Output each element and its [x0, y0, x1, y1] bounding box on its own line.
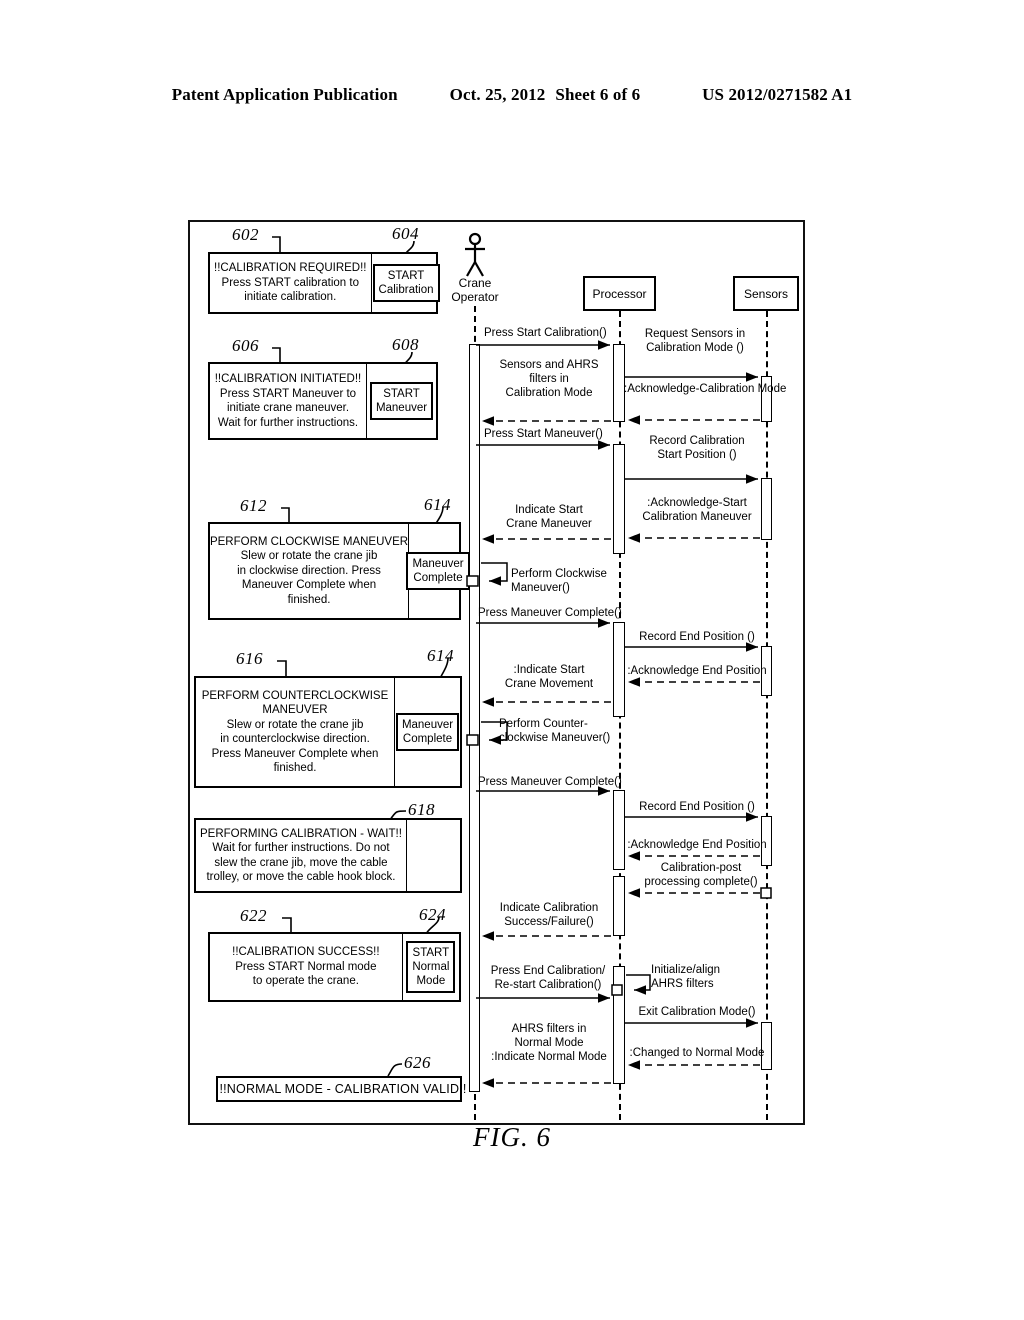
message-label-m12: :Acknowledge End Position [626, 664, 768, 678]
message-line: Exit Calibration Mode() [638, 1006, 756, 1018]
message-line: :Acknowledge-Calibration Mode [624, 383, 787, 395]
message-line: Re-start Calibration() [494, 979, 602, 991]
message-label-m15: Press Maneuver Complete() [478, 775, 622, 789]
message-label-m13: :Indicate Start Crane Movement [487, 663, 611, 691]
message-label-m20: Press End Calibration/ Re-start Calibrat… [484, 964, 612, 992]
message-line: :Changed to Normal Mode [629, 1047, 765, 1059]
message-label-m6: Record Calibration Start Position () [632, 434, 762, 462]
message-line: Calibration Mode [505, 387, 593, 399]
message-line: Calibration-post [660, 862, 742, 874]
message-line: Calibration Mode () [646, 342, 744, 354]
message-label-m17: :Acknowledge End Position [626, 838, 768, 852]
message-label-m18: Calibration-post processing complete() [632, 861, 770, 889]
message-label-m1: Press Start Calibration() [484, 326, 607, 340]
figure-caption: FIG. 6 [473, 1122, 551, 1152]
message-line: Maneuver() [511, 582, 570, 594]
message-line: Request Sensors in [644, 328, 746, 340]
message-label-m23: :Changed to Normal Mode [626, 1046, 768, 1060]
message-line: Press Start Calibration() [484, 327, 607, 339]
message-line: :Acknowledge End Position [627, 839, 767, 851]
message-line: Record End Position () [639, 801, 755, 813]
message-label-m2: Request Sensors in Calibration Mode () [630, 327, 760, 355]
message-line: Press Start Maneuver() [484, 428, 603, 440]
message-line: Record Calibration [649, 435, 745, 447]
message-line: Perform Clockwise [511, 568, 607, 580]
message-label-m14: Perform Counter- clockwise Maneuver() [499, 717, 610, 745]
message-line: AHRS filters [651, 978, 714, 990]
message-line: Press Maneuver Complete() [478, 776, 622, 788]
message-label-m16: Record End Position () [632, 800, 762, 814]
message-label-m22: Exit Calibration Mode() [630, 1005, 764, 1019]
message-line: Record End Position () [639, 631, 755, 643]
message-line: :Indicate Normal Mode [491, 1051, 607, 1063]
message-line: Indicate Start [515, 504, 583, 516]
message-line: Start Position () [657, 449, 737, 461]
message-line: Press End Calibration/ [490, 965, 606, 977]
message-line: :Acknowledge-Start [647, 497, 747, 509]
message-label-m5: Press Start Maneuver() [484, 427, 603, 441]
message-line: processing complete() [644, 876, 758, 888]
message-line: :Indicate Start [513, 664, 585, 676]
message-line: :Acknowledge End Position [627, 665, 767, 677]
message-line: filters in [529, 373, 569, 385]
message-line: Initialize/align [651, 964, 721, 976]
message-line: Indicate Calibration [499, 902, 599, 914]
message-line: AHRS filters in [511, 1023, 587, 1035]
message-line: Sensors and AHRS [499, 359, 599, 371]
message-line: Calibration Maneuver [642, 511, 752, 523]
message-line: Normal Mode [514, 1037, 584, 1049]
message-line: Success/Failure() [504, 916, 594, 928]
message-label-m10: Press Maneuver Complete() [478, 606, 622, 620]
message-line: Perform Counter- [499, 718, 588, 730]
message-line: Press Maneuver Complete() [478, 607, 622, 619]
message-label-m19: Indicate Calibration Success/Failure() [487, 901, 611, 929]
message-label-m3: :Acknowledge-Calibration Mode [624, 382, 787, 396]
message-label-m7: :Acknowledge-Start Calibration Maneuver [629, 496, 765, 524]
message-label-m11: Record End Position () [632, 630, 762, 644]
message-line: clockwise Maneuver() [499, 732, 611, 744]
message-label-m4: Sensors and AHRS filters in Calibration … [487, 358, 611, 400]
message-line: Crane Maneuver [506, 518, 592, 530]
message-label-m9: Perform Clockwise Maneuver() [511, 567, 607, 595]
message-line: Crane Movement [504, 678, 594, 690]
message-label-m21: Initialize/align AHRS filters [651, 963, 720, 991]
message-label-m24: AHRS filters in Normal Mode :Indicate No… [487, 1022, 611, 1064]
message-label-m8: Indicate Start Crane Maneuver [487, 503, 611, 531]
